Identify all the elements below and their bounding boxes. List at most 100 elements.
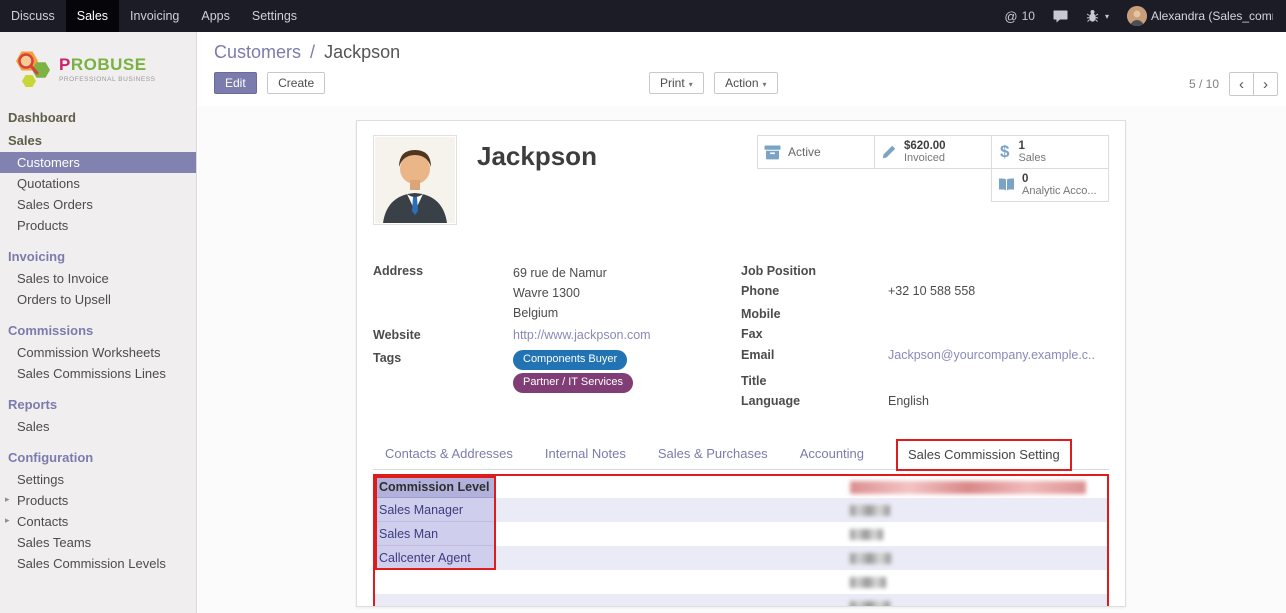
address-field: Address 69 rue de Namur Wavre 1300 Belgi… — [373, 263, 741, 323]
cell-commission-level: Sales Manager — [375, 498, 494, 522]
dollar-icon: $ — [998, 142, 1011, 162]
fax-label: Fax — [741, 326, 888, 343]
phone-label: Phone — [741, 283, 888, 300]
top-menu-discuss[interactable]: Discuss — [0, 0, 66, 32]
edit-button[interactable]: Edit — [214, 72, 257, 94]
cell-empty — [375, 570, 494, 594]
sidebar-menu: Dashboard Sales Customers Quotations Sal… — [0, 106, 196, 574]
commission-levels-table: Commission Level Sales Manager Sales Man — [373, 474, 1109, 607]
print-label: Print — [660, 76, 685, 90]
print-menu-button[interactable]: Print▾ — [649, 72, 704, 94]
sidebar-header-dashboard[interactable]: Dashboard — [0, 106, 196, 129]
sidebar-item-orders-to-upsell[interactable]: Orders to Upsell — [0, 289, 196, 310]
row-right-cell — [494, 570, 1107, 594]
breadcrumb-separator: / — [310, 42, 315, 62]
sidebar-item-sales-orders[interactable]: Sales Orders — [0, 194, 196, 215]
user-avatar — [1127, 6, 1147, 26]
top-menu-sales[interactable]: Sales — [66, 0, 119, 32]
bug-icon — [1086, 9, 1099, 23]
table-row-empty — [375, 570, 1107, 594]
sidebar: PROBUSE PROFESSIONAL BUSINESS Dashboard … — [0, 32, 197, 613]
address-line-3: Belgium — [513, 303, 607, 323]
redacted-cell — [850, 553, 891, 564]
pager-previous-button[interactable]: ‹ — [1229, 72, 1254, 96]
create-button[interactable]: Create — [267, 72, 325, 94]
notebook-tabs: Contacts & Addresses Internal Notes Sale… — [373, 437, 1109, 470]
job-position-field: Job Position — [741, 263, 1109, 280]
sidebar-item-config-products[interactable]: ▸Products — [0, 490, 196, 511]
probuse-logo-icon — [12, 48, 52, 90]
sidebar-item-sales-commission-levels[interactable]: Sales Commission Levels — [0, 553, 196, 574]
table-row[interactable]: Sales Man — [375, 522, 1107, 546]
app-screen: Discuss Sales Invoicing Apps Settings @ … — [0, 0, 1286, 613]
stat-row-bottom: 0 Analytic Acco... — [758, 168, 1109, 202]
sales-count-label: Sales — [1018, 152, 1046, 164]
top-menu-apps[interactable]: Apps — [190, 0, 241, 32]
active-label: Active — [788, 145, 821, 159]
tab-internal-notes[interactable]: Internal Notes — [545, 442, 626, 469]
sidebar-item-reports-sales[interactable]: Sales — [0, 416, 196, 437]
user-menu[interactable]: Alexandra (Sales_comm.. — [1118, 0, 1282, 32]
chat-icon — [1053, 10, 1068, 23]
action-menu-button[interactable]: Action▾ — [714, 72, 777, 94]
sidebar-header-sales[interactable]: Sales — [0, 129, 196, 152]
tab-sales-purchases[interactable]: Sales & Purchases — [658, 442, 768, 469]
sidebar-header-commissions[interactable]: Commissions — [0, 319, 196, 342]
sidebar-item-customers[interactable]: Customers — [0, 152, 196, 173]
title-label: Title — [741, 373, 888, 390]
form-fields: Address 69 rue de Namur Wavre 1300 Belgi… — [373, 263, 1109, 413]
sidebar-item-sales-teams[interactable]: Sales Teams — [0, 532, 196, 553]
mentions-count: 10 — [1022, 9, 1035, 23]
email-field: Email Jackpson@yourcompany.example.c.. — [741, 347, 1109, 364]
sidebar-header-configuration[interactable]: Configuration — [0, 446, 196, 469]
systray: @ 10 ▾ Alexandra (Sales_comm.. — [995, 0, 1286, 32]
breadcrumb-customers-link[interactable]: Customers — [214, 42, 301, 62]
debug-menu-button[interactable]: ▾ — [1077, 0, 1118, 32]
redacted-cell — [850, 529, 883, 540]
record-pager: 5 / 10 ‹ › — [1189, 72, 1278, 96]
mobile-field: Mobile — [741, 306, 1109, 323]
customer-form-sheet: Jackpson Active $620.00 Invo — [356, 120, 1126, 607]
book-icon — [998, 178, 1015, 192]
pager-next-button[interactable]: › — [1253, 72, 1278, 96]
mentions-button[interactable]: @ 10 — [995, 0, 1044, 32]
sidebar-item-settings[interactable]: Settings — [0, 469, 196, 490]
sidebar-item-quotations[interactable]: Quotations — [0, 173, 196, 194]
fields-left-column: Address 69 rue de Namur Wavre 1300 Belgi… — [373, 263, 741, 413]
chevron-down-icon: ▾ — [763, 80, 767, 89]
sales-stat-button[interactable]: $ 1 Sales — [991, 135, 1109, 169]
sidebar-item-contacts[interactable]: ▸Contacts — [0, 511, 196, 532]
sidebar-item-sales-to-invoice[interactable]: Sales to Invoice — [0, 268, 196, 289]
table-row[interactable]: Callcenter Agent — [375, 546, 1107, 570]
sidebar-item-products[interactable]: Products — [0, 215, 196, 236]
fields-right-column: Job Position Phone +32 10 588 558 Mobile — [741, 263, 1109, 413]
tags-label: Tags — [373, 350, 513, 396]
top-menu-settings[interactable]: Settings — [241, 0, 308, 32]
tab-contacts-addresses[interactable]: Contacts & Addresses — [385, 442, 513, 469]
tab-accounting[interactable]: Accounting — [800, 442, 864, 469]
email-label: Email — [741, 347, 888, 364]
language-value: English — [888, 393, 929, 410]
pencil-icon — [881, 144, 897, 160]
table-row-empty — [375, 594, 1107, 607]
analytic-accounts-stat-button[interactable]: 0 Analytic Acco... — [991, 168, 1109, 202]
redacted-header-block — [850, 481, 1086, 494]
active-stat-button[interactable]: Active — [757, 135, 875, 169]
website-label: Website — [373, 327, 513, 344]
cell-commission-level: Sales Man — [375, 522, 494, 546]
sidebar-item-commission-worksheets[interactable]: Commission Worksheets — [0, 342, 196, 363]
sidebar-header-invoicing[interactable]: Invoicing — [0, 245, 196, 268]
invoiced-stat-button[interactable]: $620.00 Invoiced — [874, 135, 992, 169]
table-row[interactable]: Sales Manager — [375, 498, 1107, 522]
website-link[interactable]: http://www.jackpson.com — [513, 327, 651, 344]
table-header-row: Commission Level — [375, 476, 1107, 498]
sidebar-item-sales-commissions-lines[interactable]: Sales Commissions Lines — [0, 363, 196, 384]
top-menu-invoicing[interactable]: Invoicing — [119, 0, 190, 32]
tags-field: Tags Components Buyer Partner / IT Servi… — [373, 350, 741, 396]
sidebar-header-reports[interactable]: Reports — [0, 393, 196, 416]
email-link[interactable]: Jackpson@yourcompany.example.c.. — [888, 347, 1095, 364]
column-header-commission-level: Commission Level — [375, 476, 494, 498]
address-line-1: 69 rue de Namur — [513, 263, 607, 283]
messages-button[interactable] — [1044, 0, 1077, 32]
tab-sales-commission-setting[interactable]: Sales Commission Setting — [896, 439, 1072, 471]
